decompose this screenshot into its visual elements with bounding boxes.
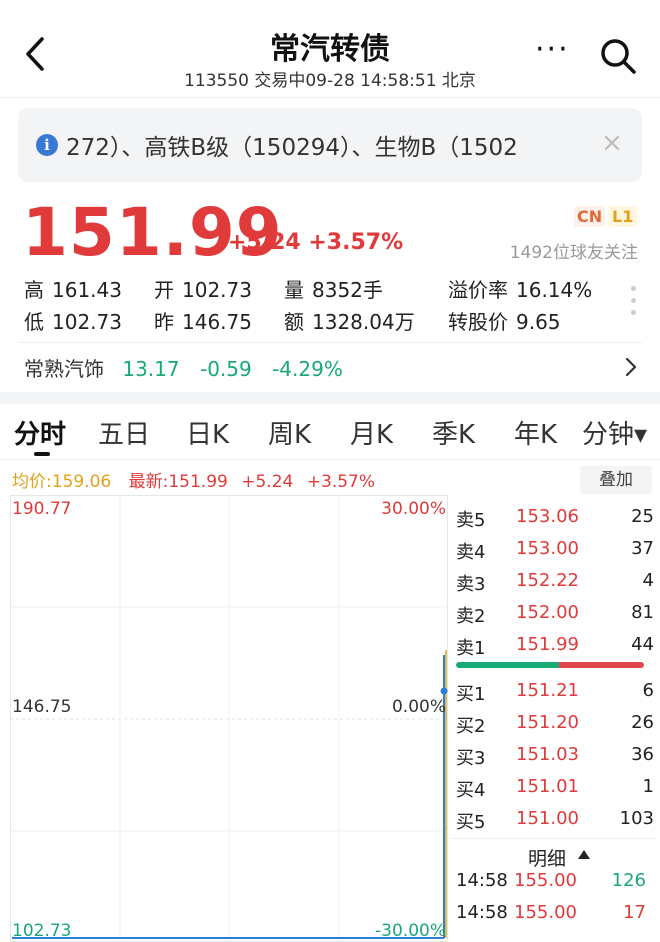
sell-ratio-fill <box>559 662 644 668</box>
stat-conversion-price: 转股价 9.65 <box>448 310 561 334</box>
related-stock-name: 常熟汽饰 <box>24 357 104 381</box>
stats-more-icon[interactable] <box>631 286 637 322</box>
latest-price-dot <box>440 687 448 695</box>
level-badge-l1: L1 <box>608 206 638 227</box>
header-divider <box>0 97 660 98</box>
intraday-chart[interactable]: 190.77 30.00% 146.75 0.00% 102.73 -30.00… <box>10 495 448 942</box>
latest-change: +5.24 <box>241 472 294 492</box>
ask-row-2: 卖2 152.00 81 <box>456 602 654 627</box>
market-badge-cn: CN <box>574 206 606 227</box>
close-icon[interactable]: × <box>601 128 623 158</box>
stat-high: 高 161.43 <box>24 278 122 302</box>
header: 常汽转债 113550 交易中09-28 14:58:51 北京 ··· <box>0 0 660 98</box>
tab-daily-k[interactable]: 日K <box>186 414 229 451</box>
trade-tick-row: 14:58 155.00 17 <box>456 902 646 923</box>
bid-row-3: 买3 151.03 36 <box>456 744 654 769</box>
latest-price: 最新:151.99 <box>128 472 228 492</box>
notice-text: 272）、高铁B级（150294）、生物B（1502 <box>66 135 518 161</box>
axis-top-pct: 30.00% <box>381 499 446 519</box>
chart-tabs: 分时 五日 日K 周K 月K 季K 年K 分钟▾ <box>0 404 660 460</box>
page-subtitle: 113550 交易中09-28 14:58:51 北京 <box>184 71 476 91</box>
ask-row-3: 卖3 152.22 4 <box>456 570 654 595</box>
stat-premium: 溢价率 16.14% <box>448 278 593 302</box>
tab-weekly-k[interactable]: 周K <box>268 414 311 451</box>
axis-bottom-price: 102.73 <box>12 921 72 941</box>
orderbook-divider <box>452 838 656 839</box>
related-stock-pct: -4.29% <box>272 357 343 381</box>
more-icon[interactable]: ··· <box>535 35 570 65</box>
trade-tick-row: 14:58 155.00 126 <box>456 870 646 891</box>
ask-row-5: 卖5 153.06 25 <box>456 506 654 531</box>
tab-intraday[interactable]: 分时 <box>14 414 66 451</box>
bid-row-1: 买1 151.21 6 <box>456 680 654 705</box>
tab-five-day[interactable]: 五日 <box>98 414 150 451</box>
axis-top-price: 190.77 <box>12 499 72 519</box>
section-gap <box>0 392 660 404</box>
latest-pct: +3.57% <box>306 472 376 492</box>
ask-row-4: 卖4 153.00 37 <box>456 538 654 563</box>
related-stock-change: -0.59 <box>199 357 252 381</box>
tab-quarterly-k[interactable]: 季K <box>432 414 475 451</box>
avg-price: 均价:159.06 <box>12 472 112 492</box>
stats-divider <box>18 342 642 343</box>
stat-open: 开 102.73 <box>154 278 252 302</box>
overlay-button[interactable]: 叠加 <box>580 466 652 494</box>
notice-banner[interactable]: i 272）、高铁B级（150294）、生物B（1502 × <box>18 108 642 182</box>
trade-detail-toggle[interactable]: 明细 <box>528 844 566 871</box>
bid-row-4: 买4 151.01 1 <box>456 776 654 801</box>
related-stock-price: 13.17 <box>122 357 180 381</box>
info-icon: i <box>36 134 58 156</box>
tab-monthly-k[interactable]: 月K <box>350 414 393 451</box>
axis-bottom-pct: -30.00% <box>375 921 446 941</box>
stat-low: 低 102.73 <box>24 310 122 334</box>
chevron-right-icon[interactable] <box>624 356 638 378</box>
stat-prev-close: 昨 146.75 <box>154 310 252 334</box>
tab-minute[interactable]: 分钟▾ <box>582 414 647 451</box>
axis-mid-price: 146.75 <box>12 697 72 717</box>
axis-mid-pct: 0.00% <box>391 697 446 717</box>
ask-row-1: 卖1 151.99 44 <box>456 634 654 659</box>
active-tab-indicator <box>34 452 50 456</box>
buy-sell-ratio-bar <box>456 662 644 668</box>
bid-row-5: 买5 151.00 103 <box>456 808 654 833</box>
bid-row-2: 买2 151.20 26 <box>456 712 654 737</box>
caret-up-icon[interactable] <box>578 850 590 859</box>
followers-count[interactable]: 1492位球友关注 <box>470 238 638 263</box>
stat-volume: 量 8352手 <box>284 278 383 302</box>
chart-summary: 均价:159.06 最新:151.99 +5.24 +3.57% <box>12 467 383 492</box>
tab-yearly-k[interactable]: 年K <box>514 414 557 451</box>
intraday-chart-canvas <box>10 495 448 942</box>
stat-amount: 额 1328.04万 <box>284 310 415 334</box>
buy-ratio-fill <box>456 662 560 668</box>
related-stock-row[interactable]: 常熟汽饰 13.17 -0.59 -4.29% <box>24 353 357 382</box>
search-icon[interactable] <box>598 36 638 76</box>
price-change: +5.24 +3.57% <box>228 230 404 255</box>
